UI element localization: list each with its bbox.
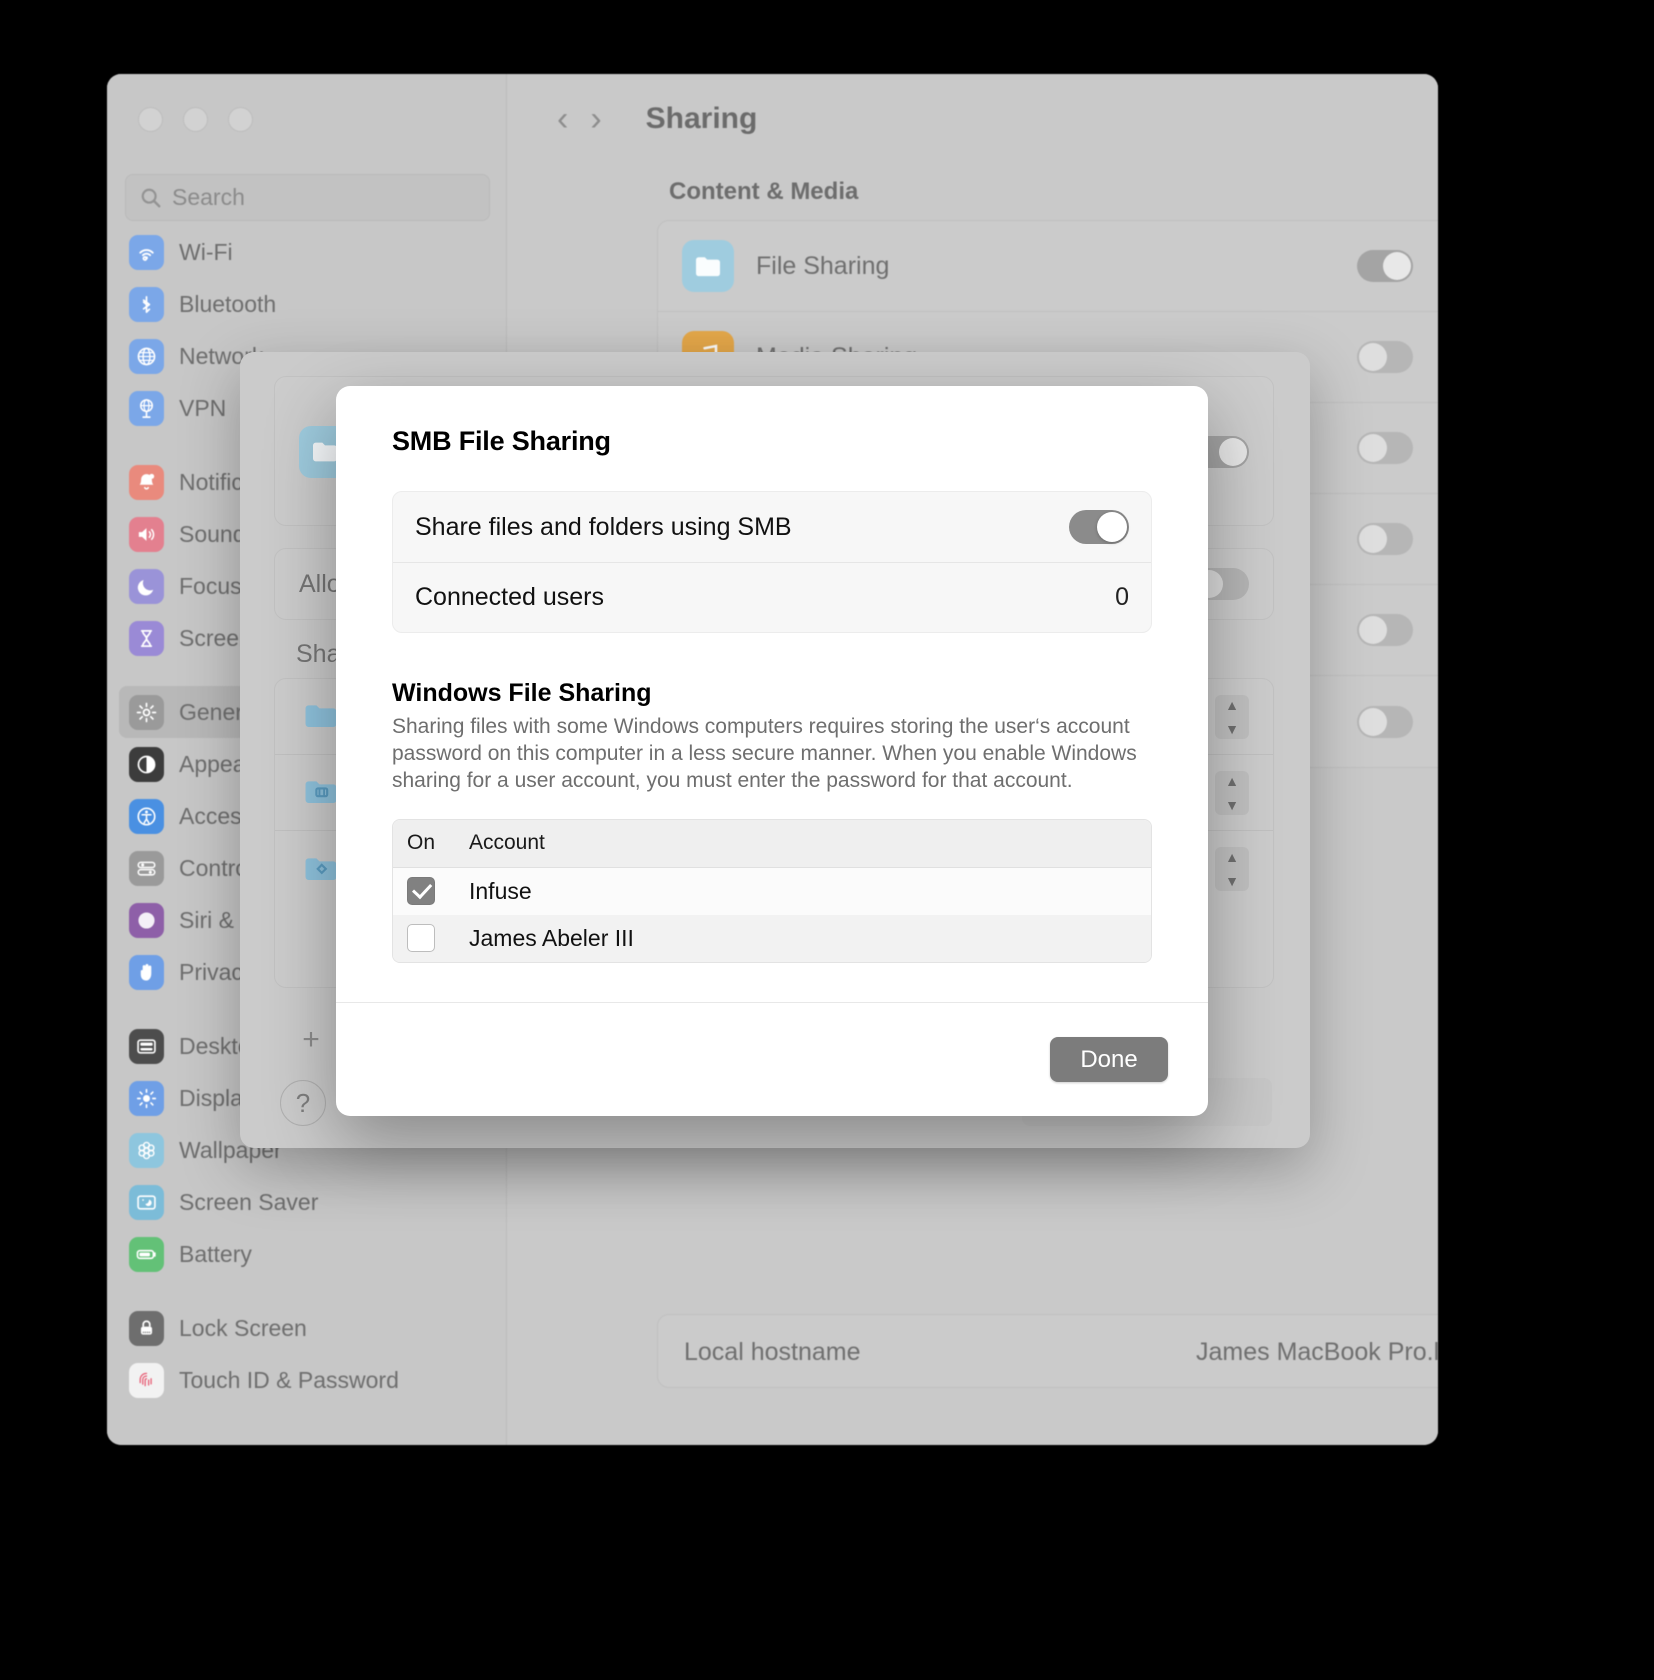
speaker-icon — [129, 516, 164, 552]
search-icon — [141, 188, 161, 207]
sidebar-group-divider — [119, 1280, 507, 1302]
share-files-toggle[interactable] — [1069, 510, 1129, 544]
sidebar-item-label: Lock Screen — [179, 1314, 307, 1341]
account-row[interactable]: James Abeler III — [393, 914, 1151, 962]
desktop-icon — [129, 1028, 164, 1064]
sidebar-item-battery[interactable]: Battery — [119, 1228, 507, 1280]
sidebar-item-label: Touch ID & Password — [179, 1366, 399, 1393]
sharing-row-toggle[interactable] — [1357, 341, 1413, 373]
smb-file-sharing-dialog: SMB File Sharing Share files and folders… — [336, 386, 1208, 1116]
search-input[interactable]: Search — [125, 174, 490, 221]
accounts-table-body: Infuse James Abeler III — [393, 867, 1151, 962]
minimize-button[interactable] — [183, 107, 208, 132]
search-placeholder: Search — [172, 184, 245, 210]
connected-users-label: Connected users — [415, 583, 605, 611]
account-checkbox-cell[interactable] — [393, 877, 469, 906]
control-center-icon — [129, 850, 164, 886]
share-files-row[interactable]: Share files and folders using SMB — [393, 492, 1151, 562]
windows-sharing-heading: Windows File Sharing — [392, 679, 652, 707]
sharing-row-label: File Sharing — [756, 251, 890, 280]
share-files-label: Share files and folders using SMB — [415, 512, 792, 541]
sharing-row-toggle[interactable] — [1357, 705, 1413, 738]
lock-icon — [129, 1310, 164, 1346]
account-name: Infuse — [469, 877, 532, 904]
back-button[interactable]: ‹ — [557, 102, 568, 136]
chevron-up-down-icon[interactable]: ▲ ▼ — [1215, 847, 1249, 891]
dialog-title: SMB File Sharing — [392, 426, 611, 456]
accounts-table-header: On Account — [393, 819, 1151, 868]
globe-icon — [129, 338, 164, 374]
checkbox-icon[interactable] — [407, 924, 435, 953]
dialog-footer: Done — [336, 1002, 1208, 1116]
vpn-icon — [129, 390, 164, 426]
chevron-up-down-icon[interactable]: ▲ ▼ — [1215, 694, 1249, 739]
close-button[interactable] — [138, 107, 163, 132]
sidebar-item-label: Wi-Fi — [179, 238, 233, 265]
smb-settings-card: Share files and folders using SMB Connec… — [392, 491, 1152, 633]
account-checkbox-cell[interactable] — [393, 924, 469, 953]
sidebar-item-touch-id-password[interactable]: Touch ID & Password — [119, 1354, 507, 1406]
hand-icon — [129, 954, 164, 990]
sidebar-item-bluetooth[interactable]: Bluetooth — [119, 278, 507, 330]
sidebar-item-label: Battery — [179, 1240, 252, 1267]
bell-icon — [129, 464, 164, 500]
wallpaper-icon — [129, 1132, 164, 1168]
windows-sharing-description: Sharing files with some Windows computer… — [392, 715, 1137, 792]
screen: Search Wi-FiBluetoothNetworkVPNNotificat… — [0, 0, 1654, 1680]
battery-icon — [129, 1236, 164, 1272]
sharing-row-toggle[interactable] — [1357, 432, 1413, 464]
gear-icon — [129, 694, 164, 730]
forward-button[interactable]: › — [590, 102, 601, 136]
hostname-label: Local hostname — [684, 1337, 861, 1366]
sharing-row-toggle[interactable] — [1357, 614, 1413, 646]
sharing-row-file-sharing[interactable]: File Sharingi — [658, 221, 1438, 312]
moon-icon — [129, 568, 164, 604]
screen-saver-icon — [129, 1184, 164, 1220]
sidebar-item-label: Bluetooth — [179, 290, 277, 317]
page-title: Sharing — [645, 102, 758, 135]
sidebar-item-lock-screen[interactable]: Lock Screen — [119, 1302, 507, 1354]
bluetooth-icon — [129, 286, 164, 322]
traffic-lights[interactable] — [138, 107, 253, 132]
hostname-group: Local hostname James MacBook Pro.local — [657, 1314, 1438, 1388]
section-heading-content-media: Content & Media — [669, 178, 859, 205]
account-name: James Abeler III — [469, 924, 634, 951]
fingerprint-icon — [129, 1362, 164, 1398]
column-header-account: Account — [469, 831, 545, 855]
connected-users-value: 0 — [1115, 583, 1129, 611]
sidebar-item-wi-fi[interactable]: Wi-Fi — [119, 226, 507, 278]
accessibility-icon — [129, 798, 164, 834]
sidebar-item-label: Focus — [179, 572, 242, 599]
file-sharing-icon — [682, 240, 734, 292]
sharing-row-toggle[interactable] — [1357, 250, 1413, 282]
account-row[interactable]: Infuse — [393, 867, 1151, 915]
sidebar-item-label: Sound — [179, 520, 246, 547]
sidebar-item-label: VPN — [179, 394, 227, 421]
siri-icon — [129, 902, 164, 938]
accounts-table: On Account Infuse James Abeler III — [392, 818, 1152, 963]
sidebar-item-screen-saver[interactable]: Screen Saver — [119, 1176, 507, 1228]
chevron-up-down-icon[interactable]: ▲ ▼ — [1215, 770, 1249, 815]
column-header-on: On — [407, 831, 436, 855]
sidebar-item-label: Screen Saver — [179, 1188, 319, 1215]
connected-users-row: Connected users 0 — [393, 562, 1151, 632]
display-brightness-icon — [129, 1080, 164, 1116]
hostname-value: James MacBook Pro.local — [1195, 1337, 1438, 1366]
appearance-icon — [129, 746, 164, 782]
wifi-icon — [129, 234, 164, 270]
navigation-controls: ‹ › Sharing — [557, 102, 757, 136]
sharing-row-toggle[interactable] — [1357, 523, 1413, 555]
checkbox-icon[interactable] — [407, 877, 435, 906]
zoom-button[interactable] — [228, 107, 253, 132]
hostname-row[interactable]: Local hostname James MacBook Pro.local — [658, 1315, 1438, 1389]
done-button[interactable]: Done — [1050, 1037, 1168, 1082]
hourglass-icon — [129, 620, 164, 656]
help-button[interactable]: ? — [280, 1080, 326, 1126]
